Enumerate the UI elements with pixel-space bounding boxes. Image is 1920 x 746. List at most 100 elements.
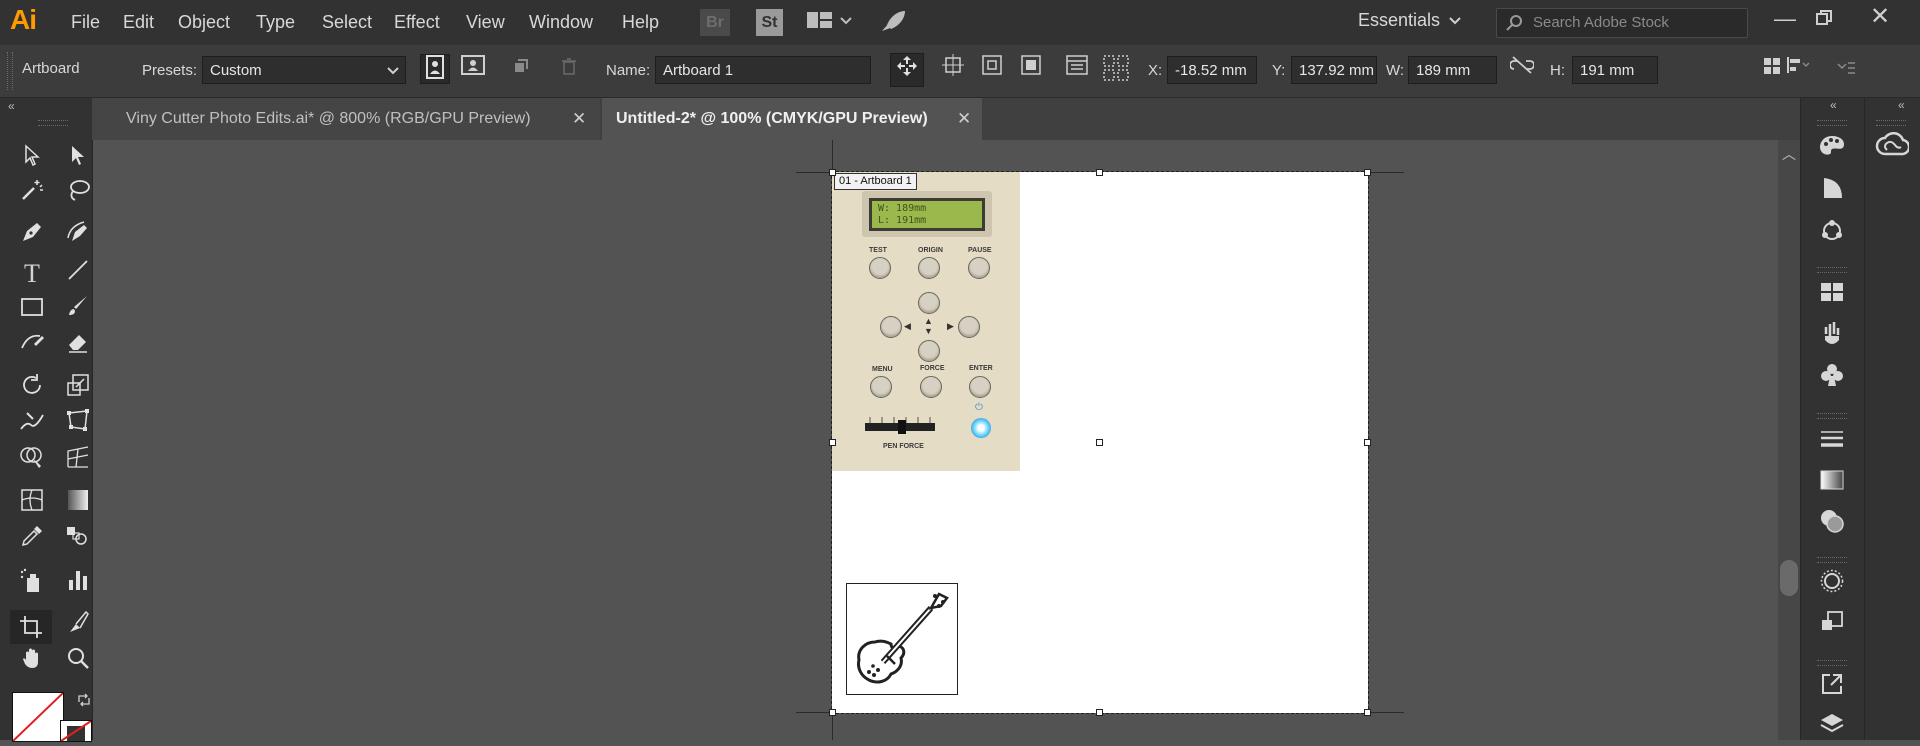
panel-group-grip-3[interactable] [1817, 557, 1847, 563]
resize-handle-bottom-right[interactable] [1364, 709, 1371, 716]
delete-artboard-icon[interactable] [554, 54, 584, 84]
artboard-name-input[interactable]: Artboard 1 [655, 56, 871, 84]
symbols-panel-icon[interactable] [1812, 362, 1852, 396]
menu-help[interactable]: Help [622, 12, 659, 33]
menu-window[interactable]: Window [529, 12, 593, 33]
layers-panel-icon[interactable] [1812, 712, 1852, 746]
panel-group-grip-2[interactable] [1817, 413, 1847, 419]
eraser-tool-icon[interactable] [60, 330, 96, 362]
brushes-panel-icon[interactable] [1812, 320, 1852, 354]
stroke-panel-icon[interactable] [1812, 424, 1852, 458]
resize-handle-bottom-left[interactable] [829, 709, 836, 716]
restore-window-icon[interactable] [1814, 8, 1834, 32]
rectangle-tool-icon[interactable] [14, 294, 50, 326]
collapse-tools-icon[interactable]: « [8, 99, 15, 113]
minimize-window-icon[interactable]: — [1774, 6, 1796, 32]
free-transform-tool-icon[interactable] [60, 409, 96, 441]
menu-object[interactable]: Object [178, 12, 230, 33]
stock-button[interactable]: St [756, 9, 783, 36]
paintbrush-tool-icon[interactable] [60, 294, 96, 326]
menu-effect[interactable]: Effect [394, 12, 440, 33]
panel-group-grip[interactable] [1817, 267, 1847, 273]
tab-untitled-2[interactable]: Untitled-2* @ 100% (CMYK/GPU Preview) ✕ [602, 98, 982, 140]
guitar-artwork[interactable] [846, 583, 958, 695]
color-panel-icon[interactable] [1812, 134, 1852, 168]
swap-fill-stroke-icon[interactable] [76, 692, 92, 712]
close-window-icon[interactable]: ✕ [1870, 2, 1890, 31]
width-tool-icon[interactable] [14, 409, 50, 441]
hand-tool-icon[interactable] [14, 646, 50, 678]
menu-type[interactable]: Type [256, 12, 295, 33]
artboard-tool-icon[interactable] [10, 610, 52, 644]
stroke-swatch[interactable] [60, 720, 92, 742]
color-themes-icon[interactable] [1812, 218, 1852, 252]
graphic-styles-icon[interactable] [1812, 610, 1852, 644]
resize-handle-top-right[interactable] [1364, 169, 1371, 176]
chevron-down-icon[interactable] [1448, 14, 1462, 32]
selection-tool-icon[interactable] [14, 143, 50, 175]
presets-select[interactable]: Custom [202, 56, 406, 84]
resize-handle-left[interactable] [829, 439, 836, 446]
bridge-button[interactable]: Br [700, 9, 730, 36]
expand-panels-icon[interactable]: « [1830, 98, 1837, 112]
artboard-options-icon[interactable] [938, 54, 968, 84]
swatches-panel-icon[interactable] [1812, 278, 1852, 312]
pen-tool-icon[interactable] [14, 220, 50, 252]
close-tab-icon[interactable]: ✕ [572, 98, 586, 140]
new-artboard-icon[interactable] [506, 54, 536, 84]
scrollbar-thumb[interactable] [1780, 560, 1798, 596]
direct-selection-tool-icon[interactable] [60, 143, 96, 175]
shape-builder-tool-icon[interactable] [14, 445, 50, 477]
search-stock-input[interactable]: Search Adobe Stock [1496, 8, 1748, 38]
resize-handle-bottom[interactable] [1096, 709, 1103, 716]
gradient-tool-icon[interactable] [60, 488, 96, 520]
type-tool-icon[interactable]: T [14, 258, 50, 290]
height-input[interactable]: 191 mm [1572, 56, 1658, 84]
panel-grip[interactable] [1817, 120, 1847, 126]
control-bar-grip[interactable] [7, 52, 13, 90]
eyedropper-tool-icon[interactable] [14, 524, 50, 556]
menu-view[interactable]: View [466, 12, 505, 33]
mesh-tool-icon[interactable] [14, 488, 50, 520]
panel-group-grip-4[interactable] [1817, 660, 1847, 666]
appearance-panel-icon[interactable] [1812, 568, 1852, 602]
color-guide-icon[interactable] [1812, 176, 1852, 210]
width-input[interactable]: 189 mm [1408, 56, 1497, 84]
column-graph-tool-icon[interactable] [60, 568, 96, 600]
menu-select[interactable]: Select [322, 12, 372, 33]
libraries-grip[interactable] [1876, 120, 1906, 126]
arrange-documents-icon[interactable] [806, 10, 852, 38]
symbol-sprayer-tool-icon[interactable] [14, 568, 50, 600]
expand-libraries-icon[interactable]: « [1898, 98, 1905, 112]
y-coordinate-input[interactable]: 137.92 mm [1291, 56, 1377, 84]
resize-handle-top[interactable] [1096, 169, 1103, 176]
export-asset-icon[interactable] [1812, 672, 1852, 706]
move-copy-artwork-icon[interactable] [890, 53, 924, 87]
landscape-orientation-button[interactable] [458, 54, 488, 84]
resize-handle-right[interactable] [1364, 439, 1371, 446]
transparency-panel-icon[interactable] [1812, 508, 1852, 542]
curvature-tool-icon[interactable] [60, 220, 96, 252]
scale-tool-icon[interactable] [60, 373, 96, 405]
gradient-panel-icon[interactable] [1812, 466, 1852, 500]
tab-vinyl-cutter-photo-edits[interactable]: Viny Cutter Photo Edits.ai* @ 800% (RGB/… [92, 98, 600, 140]
rotate-tool-icon[interactable] [14, 373, 50, 405]
magic-wand-tool-icon[interactable] [14, 178, 50, 210]
tools-grip[interactable] [38, 120, 68, 126]
line-segment-tool-icon[interactable] [60, 258, 96, 290]
perspective-grid-tool-icon[interactable] [60, 445, 96, 477]
workspace-switcher[interactable]: Essentials [1358, 10, 1440, 31]
gpu-performance-icon[interactable] [879, 9, 907, 39]
zoom-tool-icon[interactable] [60, 646, 96, 678]
portrait-orientation-button[interactable] [420, 54, 450, 84]
x-coordinate-input[interactable]: -18.52 mm [1167, 56, 1257, 84]
menu-file[interactable]: File [71, 12, 100, 33]
show-cross-hairs-icon[interactable] [1016, 54, 1046, 84]
rearrange-artboards-icon[interactable] [1101, 54, 1131, 84]
vertical-scrollbar[interactable] [1778, 140, 1800, 740]
blend-tool-icon[interactable] [60, 524, 96, 556]
scroll-up-icon[interactable]: ︿ [1782, 144, 1796, 164]
video-safe-areas-icon[interactable] [1062, 54, 1092, 84]
center-point-handle[interactable] [1096, 439, 1103, 446]
fill-swatch[interactable] [12, 692, 64, 742]
